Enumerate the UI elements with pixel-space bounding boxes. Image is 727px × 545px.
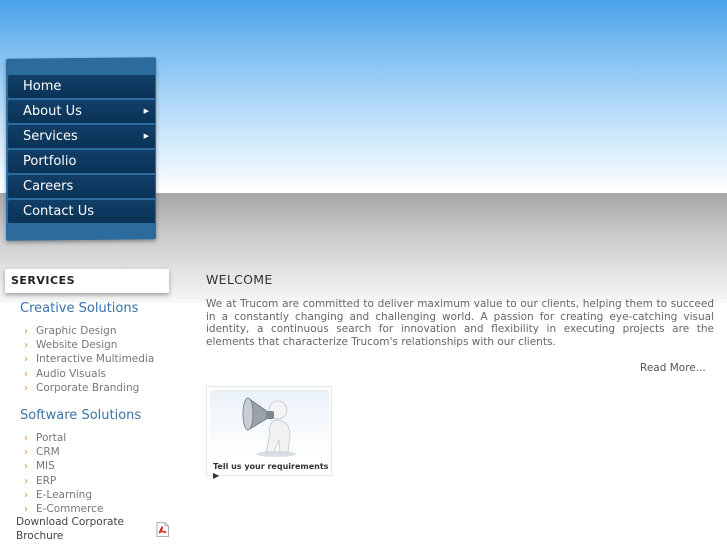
read-more-link[interactable]: Read More...: [640, 362, 706, 374]
list-item-label: Interactive Multimedia: [36, 353, 155, 366]
list-item[interactable]: › Audio Visuals: [24, 367, 174, 381]
bullet-chevron-icon: ›: [24, 340, 28, 352]
list-item[interactable]: › E-Learning: [24, 488, 174, 502]
list-item-label: ERP: [36, 474, 57, 487]
list-item-label: Website Design: [36, 339, 118, 352]
list-item[interactable]: › ERP: [24, 474, 174, 488]
bullet-chevron-icon: ›: [24, 326, 28, 337]
creative-solutions-list: › Graphic Design › Website Design › Interac…: [24, 324, 174, 395]
bullet-chevron-icon: ›: [24, 354, 28, 366]
list-item-label: CRM: [36, 446, 60, 459]
nav-item-services[interactable]: Services ▶: [8, 125, 155, 148]
nav-item-label: Portfolio: [23, 154, 77, 169]
list-item[interactable]: › Website Design: [24, 338, 174, 352]
category-title-software[interactable]: Software Solutions: [20, 408, 141, 423]
requirements-card[interactable]: Tell us your requirements ▶: [206, 386, 332, 480]
bullet-chevron-icon: ›: [24, 503, 28, 515]
list-item[interactable]: › E-Commerce: [24, 502, 174, 516]
submenu-arrow-icon: ▶: [143, 132, 149, 140]
submenu-arrow-icon: ▶: [143, 107, 149, 115]
nav-item-label: Services: [23, 129, 78, 144]
nav-item-contact-us[interactable]: Contact Us: [8, 200, 155, 223]
list-item[interactable]: › Graphic Design: [24, 324, 174, 338]
megaphone-icon: [242, 397, 296, 457]
list-item-label: E-Commerce: [36, 502, 104, 515]
nav-item-label: Contact Us: [23, 204, 94, 219]
list-item[interactable]: › CRM: [24, 445, 174, 459]
pdf-icon[interactable]: [156, 522, 169, 537]
bullet-chevron-icon: ›: [24, 382, 28, 394]
download-brochure-link[interactable]: Download Corporate Brochure: [16, 516, 146, 543]
list-item-label: Corporate Branding: [36, 381, 140, 394]
list-item-label: Audio Visuals: [36, 367, 106, 380]
nav-item-portfolio[interactable]: Portfolio: [8, 150, 155, 173]
list-item[interactable]: › Corporate Branding: [24, 381, 174, 395]
list-item[interactable]: › Interactive Multimedia: [24, 352, 174, 366]
software-solutions-list: › Portal › CRM › MIS › ERP › E-Learning › E-Co…: [24, 431, 174, 516]
main-nav: Home About Us ▶ Services ▶ Portfolio Car…: [8, 75, 155, 225]
list-item-label: E-Learning: [36, 488, 93, 501]
nav-item-about-us[interactable]: About Us ▶: [8, 100, 155, 123]
requirements-image: [210, 390, 329, 458]
bullet-chevron-icon: ›: [24, 368, 28, 380]
services-heading: SERVICES: [5, 269, 169, 293]
bullet-chevron-icon: ›: [24, 447, 28, 459]
list-item-label: MIS: [36, 460, 55, 473]
bullet-chevron-icon: ›: [24, 461, 28, 473]
bullet-chevron-icon: ›: [24, 489, 28, 501]
category-title-creative[interactable]: Creative Solutions: [20, 301, 138, 316]
page-title: WELCOME: [206, 272, 273, 287]
nav-item-label: Home: [23, 79, 62, 94]
bullet-chevron-icon: ›: [24, 475, 28, 487]
list-item[interactable]: › Portal: [24, 431, 174, 445]
nav-item-label: Careers: [23, 179, 74, 194]
bullet-chevron-icon: ›: [24, 433, 28, 444]
requirements-label: Tell us your requirements ▶: [213, 462, 329, 480]
nav-item-label: About Us: [23, 104, 82, 119]
welcome-paragraph: We at Trucom are committed to deliver ma…: [206, 298, 714, 349]
nav-item-home[interactable]: Home: [8, 75, 155, 98]
list-item-label: Graphic Design: [36, 325, 117, 337]
nav-item-careers[interactable]: Careers: [8, 175, 155, 198]
list-item[interactable]: › MIS: [24, 459, 174, 473]
list-item-label: Portal: [36, 432, 67, 444]
